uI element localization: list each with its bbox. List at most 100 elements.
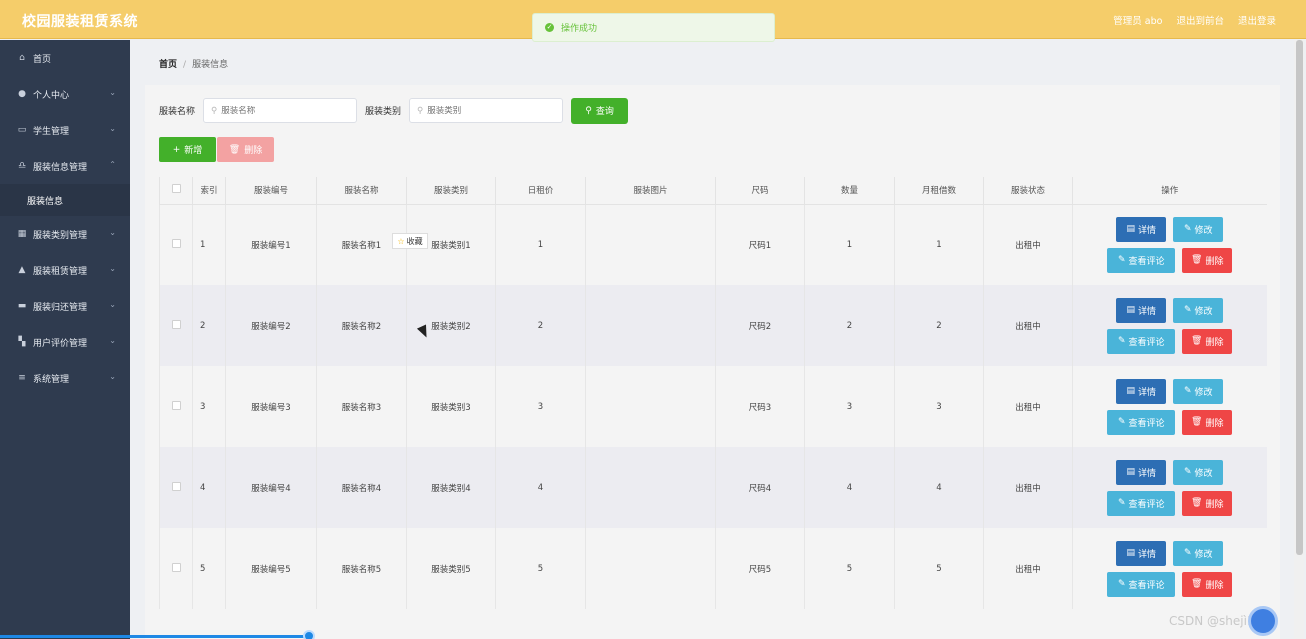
- table-row: 2 服装编号2 服装名称2 服装类别2 2 尺码2 2 2 出租中 ▤ 详情 ✎ 修改 ✎ 查看评论 🗑 删除: [159, 285, 1267, 366]
- sidebar-item-categories[interactable]: ▦ 服装类别管理 ⌄: [0, 216, 130, 252]
- row-checkbox[interactable]: [171, 319, 181, 329]
- delete-button[interactable]: 🗑 删除: [1182, 247, 1233, 273]
- row-checkbox[interactable]: [171, 481, 181, 491]
- sidebar-item-label: 服装类别管理: [33, 230, 88, 241]
- delete-button[interactable]: 🗑 删除: [1182, 409, 1233, 435]
- category-search-field[interactable]: ⚲: [409, 98, 564, 123]
- category-cell: 服装类别5: [406, 528, 496, 609]
- monthly-rentals-cell: 4: [894, 447, 984, 528]
- row-actions-bottom: ✎ 查看评论 🗑 删除: [1107, 409, 1233, 435]
- row-checkbox[interactable]: [171, 400, 181, 410]
- edit-button[interactable]: ✎ 修改: [1173, 540, 1224, 566]
- sidebar-item-system[interactable]: ≡ 系统管理 ⌄: [0, 360, 130, 396]
- row-select-cell[interactable]: [159, 528, 193, 609]
- view-reviews-button[interactable]: ✎ 查看评论: [1107, 328, 1176, 354]
- delete-label: 删除: [1205, 499, 1224, 510]
- favorite-label: 收藏: [406, 236, 423, 246]
- sidebar-item-label: 用户评价管理: [33, 338, 88, 349]
- vertical-scrollbar[interactable]: [1294, 40, 1304, 639]
- row-select-cell[interactable]: [159, 366, 193, 447]
- select-all-cell[interactable]: [159, 177, 193, 205]
- chevron-down-icon: ⌄: [109, 300, 116, 309]
- image-cell: [585, 204, 716, 285]
- size-cell: 尺码3: [715, 366, 805, 447]
- delete-button[interactable]: 🗑 删除: [1182, 328, 1233, 354]
- edit-button[interactable]: ✎ 修改: [1173, 216, 1224, 242]
- view-reviews-button[interactable]: ✎ 查看评论: [1107, 490, 1176, 516]
- actions-cell: ▤ 详情 ✎ 修改 ✎ 查看评论 🗑 删除: [1072, 447, 1267, 528]
- code-cell: 服装编号3: [225, 366, 317, 447]
- quantity-cell: 5: [804, 528, 895, 609]
- sidebar-item-rental[interactable]: ▲ 服装租赁管理 ⌄: [0, 252, 130, 288]
- trash-icon: 🗑: [1191, 255, 1203, 266]
- delete-label: 删除: [1205, 337, 1224, 348]
- sidebar-item-home[interactable]: ⌂ 首页: [0, 40, 130, 76]
- name-search-field[interactable]: ⚲: [203, 98, 358, 123]
- view-reviews-button[interactable]: ✎ 查看评论: [1107, 247, 1176, 273]
- size-cell: 尺码2: [715, 285, 805, 366]
- query-button[interactable]: ⚲ 查询: [571, 97, 629, 124]
- scrollbar-thumb[interactable]: [1296, 40, 1303, 555]
- row-select-cell[interactable]: [159, 447, 193, 528]
- add-button[interactable]: + 新增: [159, 137, 216, 162]
- index-cell: 1: [192, 204, 226, 285]
- name-search-input[interactable]: [221, 105, 342, 116]
- batch-delete-button[interactable]: 🗑 删除: [217, 137, 274, 162]
- category-search-input[interactable]: [427, 105, 548, 116]
- sidebar-item-students[interactable]: ▭ 学生管理 ⌄: [0, 112, 130, 148]
- breadcrumb-home[interactable]: 首页: [159, 60, 177, 70]
- logout-link[interactable]: 退出登录: [1238, 13, 1276, 27]
- view-reviews-button[interactable]: ✎ 查看评论: [1107, 571, 1176, 597]
- column-header: 服装图片: [585, 177, 716, 205]
- floating-action-button[interactable]: [1248, 606, 1278, 636]
- table-header-row: 索引 服装编号 服装名称 服装类别 日租价 服装图片 尺码 数量 月租借数 服装…: [159, 177, 1267, 205]
- row-checkbox[interactable]: [171, 562, 181, 572]
- quantity-cell: 2: [804, 285, 895, 366]
- view-reviews-button[interactable]: ✎ 查看评论: [1107, 409, 1176, 435]
- code-cell: 服装编号2: [225, 285, 317, 366]
- favorite-popup[interactable]: ☆ 收藏: [392, 233, 428, 249]
- admin-name: 管理员 abo: [1113, 16, 1163, 27]
- column-header: 日租价: [495, 177, 586, 205]
- detail-button[interactable]: ▤ 详情: [1116, 297, 1167, 323]
- detail-button[interactable]: ▤ 详情: [1116, 378, 1167, 404]
- edit-button[interactable]: ✎ 修改: [1173, 378, 1224, 404]
- trash-icon: 🗑: [1191, 417, 1203, 427]
- sidebar-item-return[interactable]: ▬ 服装归还管理 ⌄: [0, 288, 130, 324]
- sidebar-item-clothing-info[interactable]: ♎ 服装信息管理 ⌃: [0, 148, 130, 184]
- row-select-cell[interactable]: [159, 204, 193, 285]
- detail-button[interactable]: ▤ 详情: [1116, 216, 1167, 242]
- chevron-down-icon: ⌄: [109, 88, 116, 97]
- row-checkbox[interactable]: [171, 238, 181, 248]
- column-header: 服装编号: [225, 177, 317, 205]
- back-to-front-link[interactable]: 退出到前台: [1176, 13, 1224, 27]
- column-header: 月租借数: [894, 177, 984, 205]
- sidebar-item-label: 首页: [33, 54, 52, 65]
- chevron-up-icon: ⌃: [109, 160, 116, 169]
- sidebar-item-profile[interactable]: ● 个人中心 ⌄: [0, 76, 130, 112]
- sidebar-subitem-clothing[interactable]: 服装信息: [0, 184, 130, 216]
- code-cell: 服装编号1: [225, 204, 317, 285]
- select-all-checkbox[interactable]: [171, 184, 181, 194]
- delete-button[interactable]: 🗑 删除: [1182, 571, 1233, 597]
- clothing-table: 索引 服装编号 服装名称 服装类别 日租价 服装图片 尺码 数量 月租借数 服装…: [159, 177, 1267, 609]
- row-actions-top: ▤ 详情 ✎ 修改: [1116, 297, 1224, 323]
- detail-button[interactable]: ▤ 详情: [1116, 459, 1167, 485]
- detail-label: 详情: [1138, 549, 1157, 560]
- edit-button[interactable]: ✎ 修改: [1173, 297, 1224, 323]
- category-cell: 服装类别4: [406, 447, 496, 528]
- edit-label: 修改: [1194, 225, 1213, 236]
- delete-button[interactable]: 🗑 删除: [1182, 490, 1233, 516]
- status-cell: 出租中: [983, 285, 1073, 366]
- sidebar-item-reviews[interactable]: ▚ 用户评价管理 ⌄: [0, 324, 130, 360]
- sidebar-item-label: 个人中心: [33, 90, 70, 101]
- quantity-cell: 3: [804, 366, 895, 447]
- row-select-cell[interactable]: [159, 285, 193, 366]
- detail-button[interactable]: ▤ 详情: [1116, 540, 1167, 566]
- edit-icon: ✎: [1183, 305, 1192, 315]
- sidebar-item-label: 学生管理: [33, 126, 70, 137]
- review-label: 查看评论: [1128, 256, 1165, 267]
- edit-label: 修改: [1194, 468, 1213, 479]
- edit-button[interactable]: ✎ 修改: [1173, 459, 1224, 485]
- trash-icon: 🗑: [228, 144, 241, 155]
